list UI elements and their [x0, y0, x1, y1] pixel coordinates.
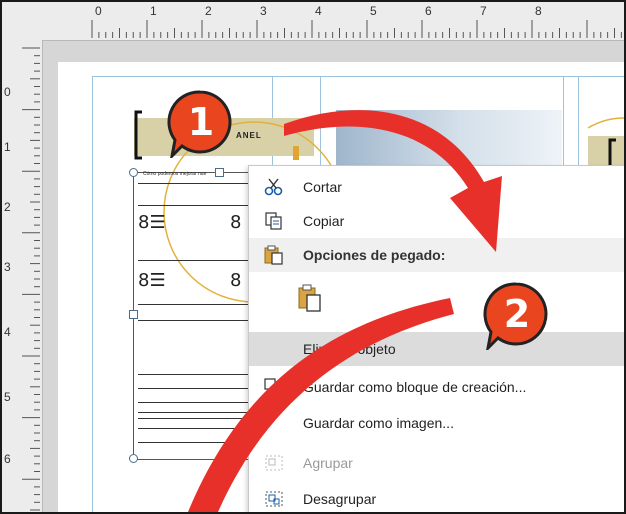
step-2-badge: 2	[483, 282, 548, 350]
menu-item-ungroup[interactable]: Desagrupar	[249, 482, 624, 512]
menu-item-cut-label: Cortar	[303, 179, 342, 195]
publisher-window: 0 1 2 3 4 5 6 7 8 0 1 2 3 4 5 6 ANEL Cóm…	[0, 0, 626, 514]
group-icon	[265, 455, 283, 471]
hruler-label-3: 3	[260, 4, 267, 18]
step-2-number: 2	[504, 292, 530, 336]
list-icon: 8☰	[138, 270, 166, 291]
menu-item-delete-object[interactable]: Eliminar objeto	[249, 332, 624, 366]
form-line	[138, 304, 248, 305]
menu-item-copy[interactable]: Copiar	[249, 204, 624, 238]
vruler-label-1: 1	[4, 140, 11, 154]
form-line	[138, 388, 248, 389]
context-menu: Cortar Copiar Opciones de pegado: Elimin…	[248, 165, 624, 512]
hruler-label-5: 5	[370, 4, 377, 18]
hruler-label-2: 2	[205, 4, 212, 18]
list-icon: 8☰	[138, 212, 166, 233]
vruler-label-2: 2	[4, 200, 11, 214]
step-1-badge: 1	[167, 90, 232, 158]
list-icon: 8	[230, 270, 242, 291]
hruler-label-0: 0	[95, 4, 102, 18]
vertical-ruler-ticks	[22, 47, 40, 511]
vruler-label-0: 0	[4, 85, 11, 99]
svg-text:A: A	[271, 386, 280, 397]
vruler-label-3: 3	[4, 260, 11, 274]
menu-item-delete-object-label: Eliminar objeto	[303, 341, 396, 357]
ungroup-icon	[265, 491, 283, 507]
resize-handle-left-mid[interactable]	[129, 310, 138, 319]
menu-item-save-as-picture[interactable]: Guardar como imagen...	[249, 406, 624, 440]
form-line	[138, 205, 248, 206]
form-line	[138, 418, 248, 419]
menu-item-group[interactable]: Agrupar	[249, 446, 624, 480]
form-line	[138, 412, 248, 413]
form-line	[138, 442, 248, 443]
paste-icon	[298, 284, 321, 312]
form-line	[138, 320, 248, 321]
copy-icon	[265, 212, 282, 230]
form-line	[138, 260, 248, 261]
menu-item-save-building-block[interactable]: A Guardar como bloque de creación...	[249, 370, 624, 404]
building-block-icon: A	[264, 378, 280, 397]
menu-item-save-as-picture-label: Guardar como imagen...	[303, 415, 454, 431]
menu-item-save-building-block-label: Guardar como bloque de creación...	[303, 379, 527, 395]
paste-options-header: Opciones de pegado:	[249, 238, 624, 272]
hruler-label-7: 7	[480, 4, 487, 18]
vruler-label-4: 4	[4, 325, 11, 339]
vruler-label-5: 5	[4, 390, 11, 404]
form-line	[138, 428, 248, 429]
hruler-label-4: 4	[315, 4, 322, 18]
form-line	[138, 183, 248, 184]
form-line	[138, 374, 248, 375]
horizontal-ruler[interactable]: 0 1 2 3 4 5 6 7 8	[2, 2, 624, 41]
menu-item-ungroup-label: Desagrupar	[303, 491, 377, 507]
menu-item-group-label: Agrupar	[303, 455, 353, 471]
step-1-number: 1	[188, 100, 214, 144]
vertical-ruler[interactable]: 0 1 2 3 4 5 6	[2, 40, 43, 512]
paste-options-label: Opciones de pegado:	[303, 247, 446, 263]
clipboard-icon	[264, 245, 283, 265]
hruler-label-8: 8	[535, 4, 542, 18]
vruler-label-6: 6	[4, 452, 11, 466]
form-caption: Cómo podemos mejorar nue	[143, 171, 207, 177]
paste-keep-formatting-button[interactable]	[249, 274, 624, 330]
list-icon: 8	[230, 212, 242, 233]
menu-item-copy-label: Copiar	[303, 213, 345, 229]
menu-item-cut[interactable]: Cortar	[249, 170, 624, 204]
resize-handle-bottom-left[interactable]	[129, 454, 138, 463]
scissors-icon	[264, 178, 283, 196]
form-line	[138, 402, 248, 403]
hruler-label-1: 1	[150, 4, 157, 18]
resize-handle-top-mid[interactable]	[215, 168, 224, 177]
hruler-label-6: 6	[425, 4, 432, 18]
resize-handle-top-left[interactable]	[129, 168, 138, 177]
